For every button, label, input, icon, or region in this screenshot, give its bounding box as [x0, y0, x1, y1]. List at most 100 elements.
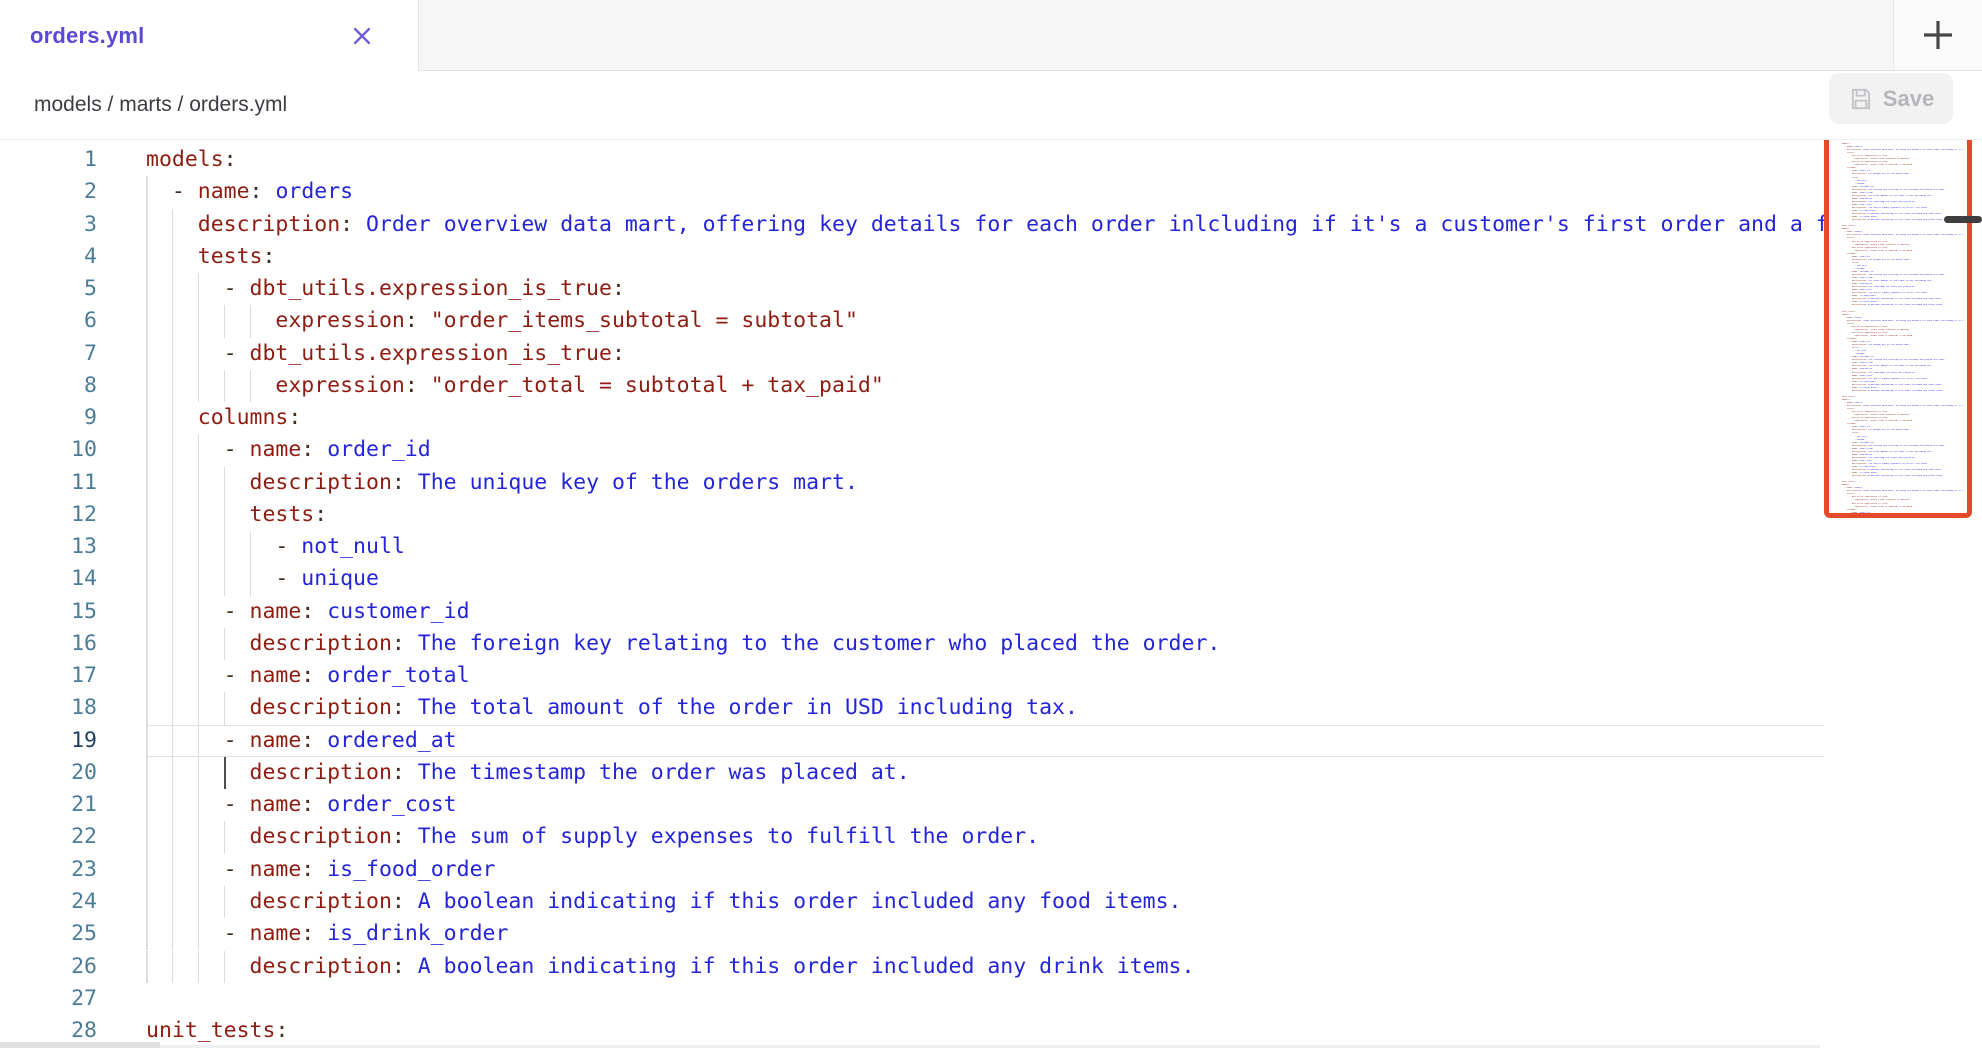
code-line[interactable]: 18description: The total amount of the o…	[0, 692, 1982, 724]
indent-guide	[198, 692, 200, 724]
line-number: 27	[0, 983, 97, 1015]
code-line[interactable]: 17- name: order_total	[0, 660, 1982, 692]
code-line[interactable]: 13- not_null	[0, 531, 1982, 563]
code-line[interactable]: 15- name: customer_id	[0, 596, 1982, 628]
indent-guide	[146, 886, 148, 918]
code-line[interactable]: 12tests:	[0, 499, 1982, 531]
code-line[interactable]: 25- name: is_drink_order	[0, 918, 1982, 950]
breadcrumb-bar: models / marts / orders.yml Save	[0, 71, 1982, 140]
indent-guide	[172, 918, 174, 950]
indent-guide	[198, 596, 200, 628]
code-text: tests:	[250, 499, 328, 531]
minimap-line: description: Order overview data mart, o…	[1842, 320, 1964, 323]
code-line[interactable]: 8expression: "order_total = subtotal + t…	[0, 370, 1982, 402]
indent-guide	[172, 273, 174, 305]
minimap-line: description: Order overview data mart, o…	[1842, 149, 1964, 152]
indent-guide	[172, 370, 174, 402]
editor-right-margin	[1971, 140, 1982, 1048]
indent-guide	[198, 821, 200, 853]
code-line[interactable]: 22description: The sum of supply expense…	[0, 821, 1982, 853]
tab-close-button[interactable]	[348, 22, 376, 50]
code-line[interactable]: 21- name: order_cost	[0, 789, 1982, 821]
code-text: expression: "order_items_subtotal = subt…	[275, 305, 858, 337]
editor[interactable]: 1models:2- name: orders3description: Ord…	[0, 140, 1982, 1048]
code-line[interactable]: 10- name: order_id	[0, 434, 1982, 466]
indent-guide	[198, 563, 200, 595]
code-text: tests:	[198, 241, 276, 273]
minimap-content: models: - name: orders description: Orde…	[1829, 137, 1967, 518]
line-number: 3	[0, 209, 97, 241]
code-line[interactable]: 14- unique	[0, 563, 1982, 595]
indent-guide	[146, 241, 148, 273]
code-line[interactable]: 28unit_tests:	[0, 1015, 1982, 1047]
code-line[interactable]: 6 expression: "order_items_subtotal = sub…	[0, 305, 1982, 337]
code-line[interactable]: 23- name: is_food_order	[0, 854, 1982, 886]
indent-guide	[146, 725, 148, 757]
indent-guide	[198, 918, 200, 950]
code-text: unit_tests:	[146, 1015, 288, 1047]
code-line[interactable]: 16description: The foreign key relating …	[0, 628, 1982, 660]
code-text: description: The sum of supply expenses …	[250, 821, 1040, 853]
indent-guide	[172, 402, 174, 434]
tab-orders-yml[interactable]: orders.yml	[0, 0, 419, 71]
line-number: 7	[0, 338, 97, 370]
code-text: description: A boolean indicating if thi…	[250, 886, 1182, 918]
code-text: models:	[146, 144, 237, 176]
line-number: 4	[0, 241, 97, 273]
line-number: 11	[0, 467, 97, 499]
indent-guide	[146, 951, 148, 983]
code-line[interactable]: 24 description: A boolean indicating if t…	[0, 886, 1982, 918]
indent-guide	[224, 370, 226, 402]
code-text: - name: orders	[172, 176, 353, 208]
indent-guide	[146, 563, 148, 595]
code-line[interactable]: 5- dbt_utils.expression_is_true:	[0, 273, 1982, 305]
line-number: 13	[0, 531, 97, 563]
save-button[interactable]: Save	[1829, 73, 1953, 124]
indent-guide	[146, 434, 148, 466]
indent-guide	[198, 628, 200, 660]
minimap-scroll-handle[interactable]	[1944, 216, 1982, 223]
line-number: 19	[0, 725, 97, 757]
indent-guide	[224, 886, 226, 918]
code-text: columns:	[198, 402, 302, 434]
code-line[interactable]: 1models:	[0, 144, 1982, 176]
indent-guide	[198, 531, 200, 563]
code-text: - dbt_utils.expression_is_true:	[224, 273, 625, 305]
code-line[interactable]: 19- name: ordered_at	[0, 725, 1982, 757]
code-line[interactable]: 20description: The timestamp the order w…	[0, 757, 1982, 789]
code-text: description: A boolean indicating if thi…	[250, 951, 1195, 983]
tab-bar: orders.yml	[0, 0, 1982, 71]
indent-guide	[146, 757, 148, 789]
indent-guide	[146, 692, 148, 724]
horizontal-scrollbar-thumb[interactable]	[0, 1042, 160, 1048]
code-line[interactable]: 2 - name: orders	[0, 176, 1982, 208]
indent-guide	[146, 467, 148, 499]
indent-guide	[224, 467, 226, 499]
indent-guide	[172, 338, 174, 370]
code-text: - name: is_drink_order	[224, 918, 509, 950]
indent-guide	[198, 467, 200, 499]
indent-guide	[224, 531, 226, 563]
code-line[interactable]: 4 tests:	[0, 241, 1982, 273]
minimap[interactable]: models: - name: orders description: Orde…	[1824, 132, 1972, 518]
line-number: 6	[0, 305, 97, 337]
code-line[interactable]: 9columns:	[0, 402, 1982, 434]
indent-guide	[172, 531, 174, 563]
indent-guide	[198, 434, 200, 466]
indent-guide	[198, 854, 200, 886]
indent-guide	[172, 725, 174, 757]
tab-title: orders.yml	[30, 23, 145, 49]
line-number: 20	[0, 757, 97, 789]
code-line[interactable]: 26description: A boolean indicating if t…	[0, 951, 1982, 983]
code-line[interactable]: 3description: Order overview data mart, …	[0, 209, 1982, 241]
new-tab-button[interactable]	[1893, 0, 1982, 70]
line-number: 24	[0, 886, 97, 918]
line-number: 2	[0, 176, 97, 208]
indent-guide	[198, 789, 200, 821]
indent-guide	[224, 951, 226, 983]
indent-guide	[198, 951, 200, 983]
code-line[interactable]: 7- dbt_utils.expression_is_true:	[0, 338, 1982, 370]
code-line[interactable]: 27	[0, 983, 1982, 1015]
code-line[interactable]: 11description: The unique key of the ord…	[0, 467, 1982, 499]
indent-guide	[146, 854, 148, 886]
